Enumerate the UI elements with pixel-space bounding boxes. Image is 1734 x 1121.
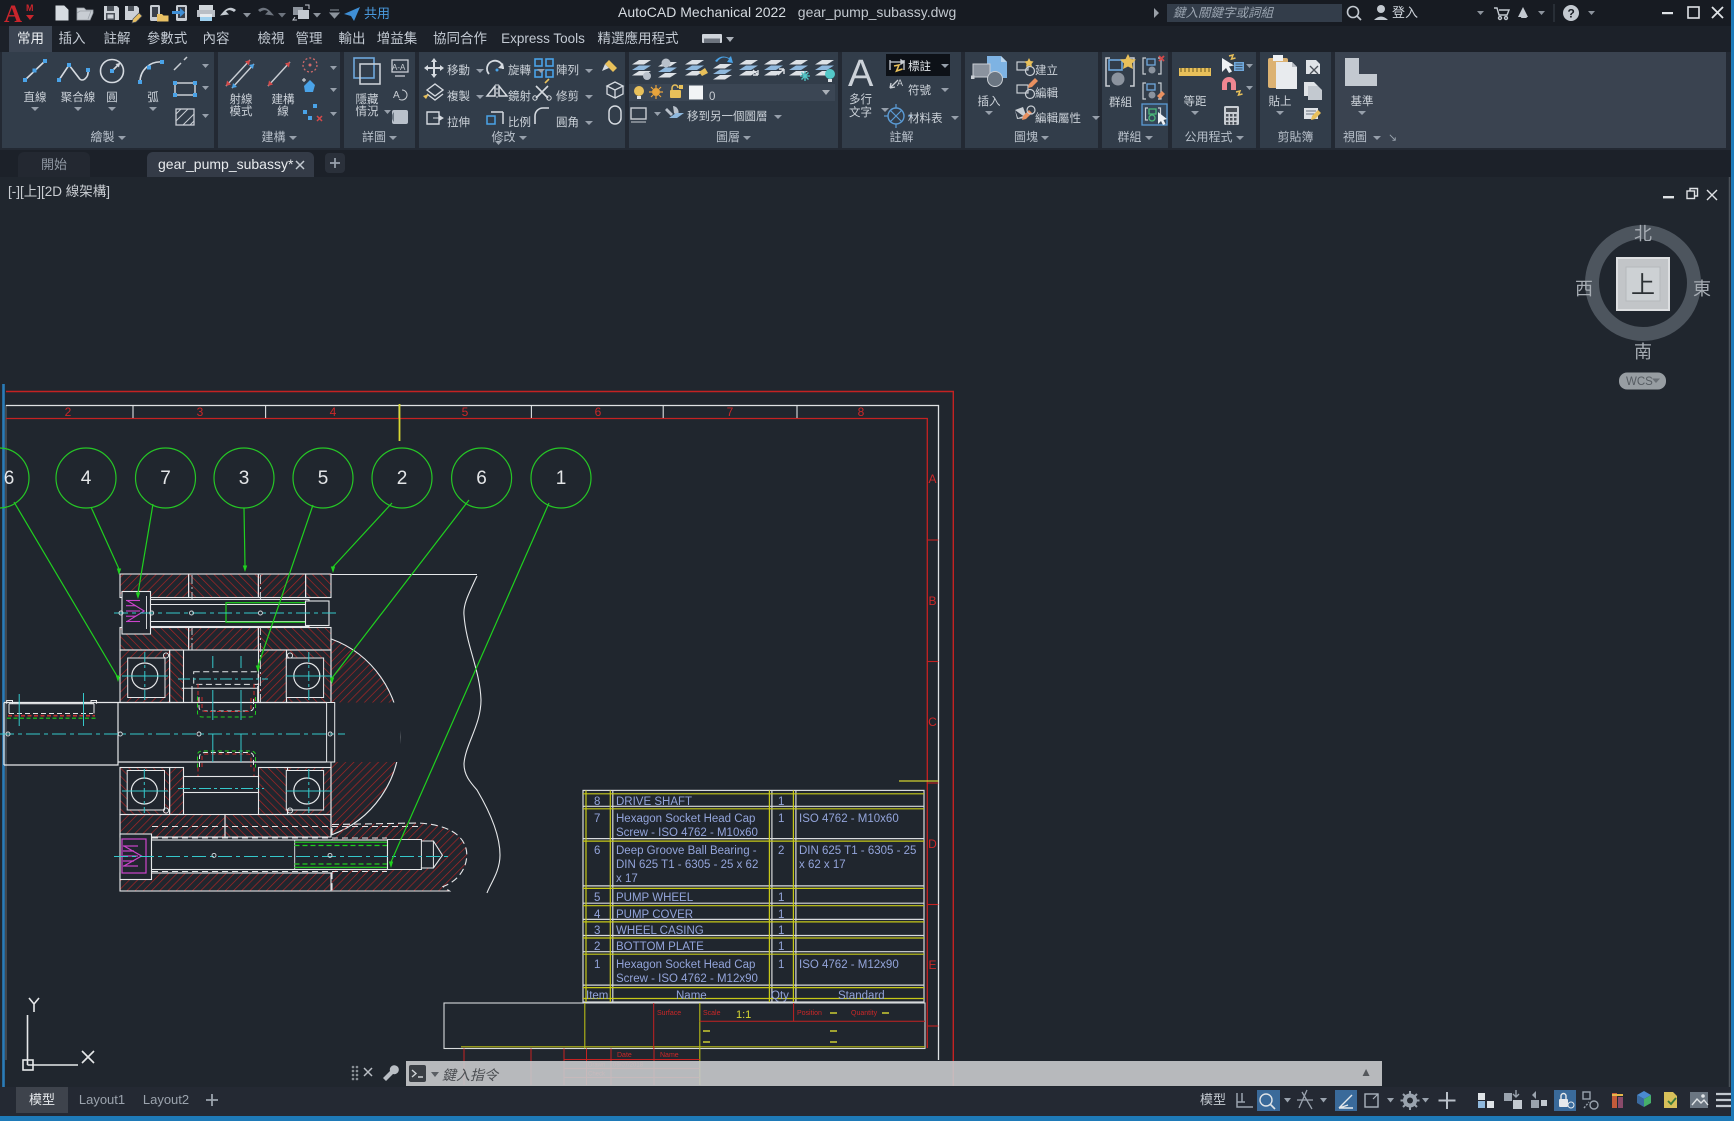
svg-text:2: 2	[778, 845, 784, 857]
svg-text:6: 6	[4, 468, 15, 489]
svg-text:1: 1	[778, 959, 784, 971]
svg-text:1: 1	[778, 925, 784, 937]
svg-text:Position: Position	[797, 1010, 822, 1017]
svg-text:E: E	[928, 958, 936, 972]
svg-text:1: 1	[778, 941, 784, 953]
svg-text:5: 5	[594, 892, 600, 904]
svg-text:2: 2	[397, 468, 408, 489]
svg-text:1: 1	[778, 796, 784, 808]
svg-text:Item: Item	[586, 990, 608, 1002]
svg-text:1: 1	[594, 959, 600, 971]
svg-text:南: 南	[1634, 342, 1652, 362]
svg-text:Qty: Qty	[771, 990, 789, 1002]
svg-text:A-A: A-A	[392, 63, 406, 72]
svg-text:5: 5	[318, 468, 329, 489]
svg-text:A: A	[848, 53, 874, 95]
svg-text:ISO 4762 - M12x90: ISO 4762 - M12x90	[799, 959, 899, 971]
svg-text:ISO 4762 - M10x60: ISO 4762 - M10x60	[799, 813, 899, 825]
svg-text:Quantity: Quantity	[851, 1010, 878, 1017]
svg-text:7: 7	[727, 405, 734, 419]
svg-text:[-][上][2D 線架構]: [-][上][2D 線架構]	[8, 184, 110, 199]
svg-text:2: 2	[65, 405, 72, 419]
svg-text:共用: 共用	[364, 6, 390, 21]
svg-text:A: A	[897, 78, 903, 88]
svg-text:7: 7	[594, 813, 600, 825]
svg-text:登入: 登入	[1392, 5, 1418, 20]
svg-text:Screw - ISO 4762 - M12x90: Screw - ISO 4762 - M12x90	[616, 973, 758, 985]
svg-text:8: 8	[594, 796, 600, 808]
svg-text:2: 2	[594, 941, 600, 953]
svg-text:Scale: Scale	[703, 1010, 721, 1017]
svg-text:x 62 x 17: x 62 x 17	[799, 859, 846, 871]
svg-text:WHEEL CASING: WHEEL CASING	[616, 925, 704, 937]
svg-text:Hexagon Socket Head Cap: Hexagon Socket Head Cap	[616, 959, 755, 971]
svg-text:Name: Name	[660, 1052, 679, 1059]
svg-text:7: 7	[160, 468, 171, 489]
svg-text:DIN 625 T1 - 6305 - 25: DIN 625 T1 - 6305 - 25	[799, 845, 916, 857]
svg-text:6: 6	[595, 405, 602, 419]
svg-text:1: 1	[556, 468, 567, 489]
svg-text:DRIVE SHAFT: DRIVE SHAFT	[616, 796, 692, 808]
svg-text:Deep Groove Ball Bearing -: Deep Groove Ball Bearing -	[616, 845, 757, 857]
svg-text:6: 6	[476, 468, 487, 489]
svg-text:5: 5	[462, 405, 469, 419]
svg-text:1:1: 1:1	[736, 1009, 751, 1021]
svg-text:8: 8	[858, 405, 865, 419]
svg-text:1: 1	[778, 813, 784, 825]
svg-text:A: A	[928, 472, 936, 486]
svg-text:PUMP COVER: PUMP COVER	[616, 909, 693, 921]
svg-text:6: 6	[594, 845, 600, 857]
svg-text:Surface: Surface	[657, 1010, 681, 1017]
svg-text:4: 4	[330, 405, 337, 419]
svg-text:PUMP WHEEL: PUMP WHEEL	[616, 892, 694, 904]
svg-text:3: 3	[594, 925, 600, 937]
svg-text:DIN 625 T1 - 6305 - 25 x 62: DIN 625 T1 - 6305 - 25 x 62	[616, 859, 758, 871]
svg-text:1: 1	[778, 909, 784, 921]
svg-text:1: 1	[778, 892, 784, 904]
svg-text:M: M	[26, 3, 34, 13]
svg-text:A: A	[4, 1, 22, 26]
svg-text:4: 4	[594, 909, 601, 921]
svg-text:3: 3	[197, 405, 204, 419]
svg-text:Hexagon Socket Head Cap: Hexagon Socket Head Cap	[616, 813, 755, 825]
svg-text:Standard: Standard	[838, 990, 885, 1002]
svg-text:西: 西	[1575, 279, 1593, 299]
svg-text:?: ?	[1568, 7, 1575, 21]
svg-text:BOTTOM PLATE: BOTTOM PLATE	[616, 941, 704, 953]
svg-text:Screw - ISO 4762 - M10x60: Screw - ISO 4762 - M10x60	[616, 827, 758, 839]
svg-text:Date: Date	[617, 1052, 632, 1059]
svg-text:3: 3	[239, 468, 250, 489]
svg-text:鍵入關鍵字或詞組: 鍵入關鍵字或詞組	[1173, 6, 1275, 20]
svg-text:4: 4	[81, 468, 92, 489]
svg-text:上: 上	[1631, 272, 1655, 299]
svg-text:x 17: x 17	[616, 873, 638, 885]
svg-text:WCS: WCS	[1626, 376, 1653, 388]
svg-text:Name: Name	[676, 990, 707, 1002]
svg-text:D: D	[928, 837, 937, 851]
svg-text:北: 北	[1634, 224, 1652, 244]
svg-text:C: C	[928, 715, 937, 729]
svg-text:東: 東	[1693, 279, 1711, 299]
svg-text:B: B	[928, 594, 936, 608]
